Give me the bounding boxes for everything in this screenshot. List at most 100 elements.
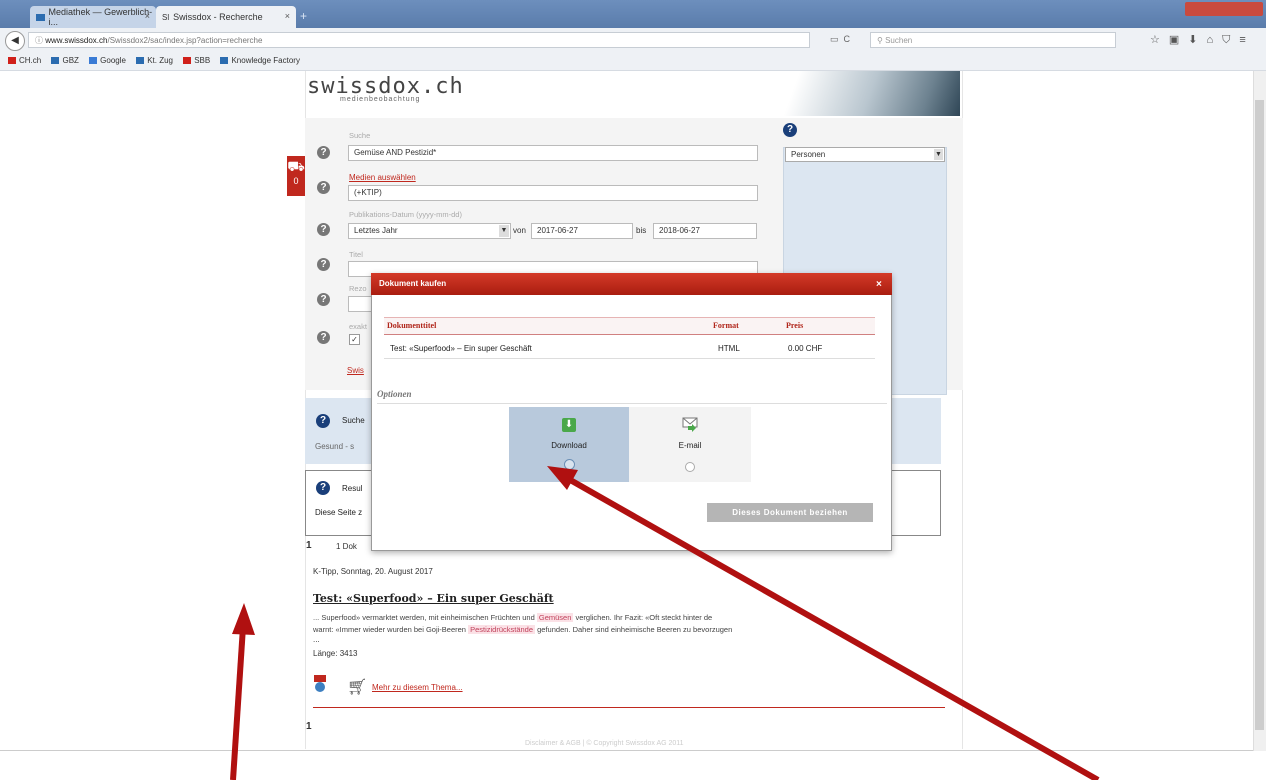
- back-button[interactable]: ◀: [5, 31, 25, 51]
- bookmark-label: CH.ch: [19, 56, 42, 65]
- bookmark-knowledge-factory[interactable]: Knowledge Factory: [220, 52, 300, 70]
- snippet-ellipsis: ...: [313, 635, 320, 644]
- bookmark-icon: [89, 57, 98, 65]
- footer[interactable]: Disclaimer & AGB | © Copyright Swissdox …: [525, 740, 684, 747]
- help-icon[interactable]: ?: [317, 181, 330, 194]
- column-header-format: Format: [713, 321, 739, 330]
- search-placeholder: Suchen: [885, 36, 913, 45]
- personen-select-value: Personen: [791, 150, 826, 159]
- tab-label: Swissdox - Recherche: [173, 12, 263, 22]
- article-length: Länge: 3413: [313, 649, 358, 658]
- header-image: [780, 71, 960, 116]
- cart-icon: ⛟: [287, 158, 305, 174]
- window-controls[interactable]: [1185, 2, 1263, 16]
- bookmark-label: GBZ: [62, 56, 79, 65]
- table-divider: [384, 358, 875, 359]
- search-icon: ⚲: [877, 36, 886, 45]
- row-format: HTML: [718, 344, 740, 353]
- row-title: Test: «Superfood» – Ein super Geschäft: [390, 344, 532, 353]
- result-box-text: Diese Seite z: [315, 508, 363, 517]
- exakt-label: exakt: [349, 322, 367, 331]
- column-header-price: Preis: [786, 321, 804, 330]
- help-icon[interactable]: ?: [317, 293, 330, 306]
- email-option[interactable]: E-mail: [629, 407, 751, 482]
- url-domain: www.swissdox.ch: [45, 36, 108, 45]
- site-logo-subtitle: medienbeobachtung: [340, 96, 421, 103]
- highlight-term: Gemüsen: [536, 613, 574, 622]
- new-tab-button[interactable]: +: [300, 9, 307, 23]
- bookmark-icon: [136, 57, 145, 65]
- bookmark-icon: [51, 57, 60, 65]
- medien-input[interactable]: (+KTIP): [348, 185, 758, 201]
- row-price: 0.00 CHF: [788, 344, 823, 353]
- help-icon[interactable]: ?: [317, 258, 330, 271]
- toolbar-icons[interactable]: ☆▣⬇⌂⛉≡: [1150, 33, 1255, 47]
- rezo-label: Rezo: [349, 284, 367, 293]
- document-count: 1 Dok: [336, 542, 357, 551]
- tab-close-icon[interactable]: ×: [145, 11, 150, 21]
- datum-select-value: Letztes Jahr: [354, 226, 398, 235]
- download-option[interactable]: ⬇ Download: [509, 407, 629, 482]
- dialog-title: Dokument kaufen: [371, 273, 892, 295]
- download-icon: ⬇: [562, 418, 576, 432]
- html-document-icon[interactable]: [313, 675, 327, 693]
- tab-favicon-icon: [36, 13, 45, 21]
- add-to-cart-icon[interactable]: 🛒︎: [347, 677, 367, 697]
- help-icon[interactable]: ?: [316, 481, 330, 495]
- medien-auswaehlen-link[interactable]: Medien auswählen: [349, 173, 416, 182]
- suche-input[interactable]: Gemüse AND Pestizid*: [348, 145, 758, 161]
- suche-box-label: Suche: [342, 416, 365, 425]
- help-icon[interactable]: ?: [317, 223, 330, 236]
- mail-icon: [682, 416, 698, 432]
- window-bottom: [0, 750, 1253, 781]
- bookmark-ktzug[interactable]: Kt. Zug: [136, 52, 173, 70]
- email-radio[interactable]: [685, 462, 695, 472]
- chevron-down-icon: ▼: [934, 149, 943, 160]
- buy-document-button[interactable]: Dieses Dokument beziehen: [707, 503, 873, 522]
- search-input[interactable]: ⚲ Suchen: [870, 32, 1116, 48]
- tab-mediathek[interactable]: Mediathek — Gewerblich-i... ×: [30, 6, 156, 28]
- snippet-line-1: ... Superfood» vermarktet werden, mit ei…: [313, 613, 843, 622]
- bottom-page-number[interactable]: 1: [306, 721, 312, 732]
- bookmark-label: Knowledge Factory: [231, 56, 300, 65]
- options-heading: Optionen: [377, 389, 412, 399]
- bookmark-sbb[interactable]: SBB: [183, 52, 210, 70]
- column-header-title: Dokumenttitel: [387, 321, 437, 330]
- suche-tags[interactable]: Gesund - s: [315, 442, 354, 451]
- exakt-checkbox[interactable]: ✓: [349, 334, 360, 345]
- reload-icon[interactable]: ▭ C: [830, 34, 850, 45]
- bookmark-chch[interactable]: CH.ch: [8, 52, 41, 70]
- tab-label: Mediathek — Gewerblich-i...: [48, 7, 153, 27]
- bookmark-google[interactable]: Google: [89, 52, 126, 70]
- tab-swissdox[interactable]: Sl Swissdox - Recherche ×: [156, 6, 296, 28]
- bookmark-icon: [8, 57, 16, 65]
- scrollbar-thumb[interactable]: [1255, 100, 1264, 730]
- mehr-zum-thema-link[interactable]: Mehr zu diesem Thema...: [372, 683, 463, 692]
- email-label: E-mail: [678, 441, 702, 450]
- result-box-label: Resul: [342, 484, 363, 493]
- snippet-text: gefunden. Daher sind einheimische Beeren…: [537, 625, 733, 634]
- bis-input[interactable]: 2018-06-27: [653, 223, 757, 239]
- datum-select[interactable]: Letztes Jahr ▼: [348, 223, 511, 239]
- help-icon[interactable]: ?: [317, 331, 330, 344]
- personen-select[interactable]: Personen ▼: [785, 147, 945, 162]
- page-number[interactable]: 1: [306, 540, 312, 551]
- swissdox-link[interactable]: Swis: [347, 366, 364, 375]
- close-icon[interactable]: ×: [876, 279, 882, 290]
- article-title-link[interactable]: Test: «Superfood» – Ein super Geschäft: [313, 592, 554, 605]
- bookmark-label: SBB: [194, 56, 211, 65]
- von-input[interactable]: 2017-06-27: [531, 223, 633, 239]
- download-radio[interactable]: [564, 459, 575, 470]
- options-divider: [377, 403, 887, 404]
- tab-close-icon[interactable]: ×: [285, 11, 290, 21]
- bis-label: bis: [636, 226, 647, 235]
- datum-label: Publikations-Datum (yyyy-mm-dd): [349, 210, 462, 219]
- url-bar[interactable]: ⓘ www.swissdox.ch/Swissdox2/sac/index.js…: [28, 32, 810, 48]
- bookmark-gbz[interactable]: GBZ: [51, 52, 79, 70]
- bookmarks-bar: CH.ch GBZ Google Kt. Zug SBB Knowledge F…: [0, 52, 1266, 71]
- cart-button[interactable]: ⛟ 0: [287, 156, 305, 196]
- help-icon[interactable]: ?: [783, 123, 797, 137]
- help-icon[interactable]: ?: [316, 414, 330, 428]
- source-date: K-Tipp, Sonntag, 20. August 2017: [313, 567, 433, 576]
- help-icon[interactable]: ?: [317, 146, 330, 159]
